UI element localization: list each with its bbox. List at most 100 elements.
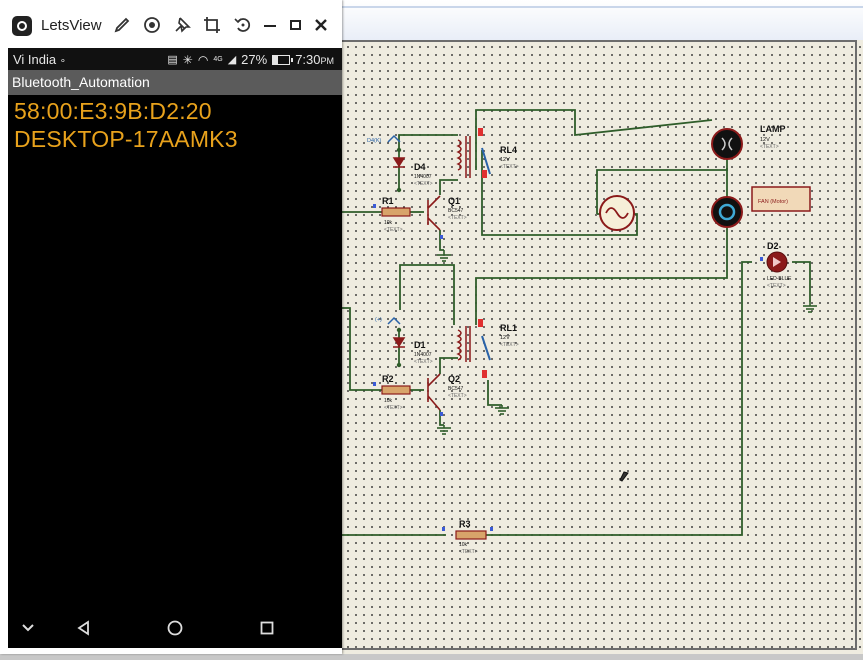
r2-text: <TEXT> bbox=[384, 405, 403, 411]
app-title: LetsView bbox=[41, 17, 102, 34]
wire-d4-top bbox=[398, 134, 458, 150]
wire-q2-collector bbox=[439, 357, 458, 374]
wire-link-q1-d1 bbox=[399, 264, 455, 325]
terminal-mid-symbol bbox=[387, 316, 401, 325]
signal-icon: ◢ bbox=[227, 54, 237, 66]
resistor-r3-symbol bbox=[455, 530, 487, 540]
d1-value: 1N4007 bbox=[414, 352, 432, 358]
clock-suffix: PM bbox=[320, 56, 335, 66]
letsview-window: LetsView Vi India ∘ ▤ ✳ ◠ 4G ◢ 27% 7:30P… bbox=[0, 0, 342, 654]
wire-q1-collector bbox=[439, 179, 458, 195]
home-icon[interactable] bbox=[161, 616, 189, 640]
clock-time: 7:30 bbox=[295, 52, 321, 67]
r1-ref: R1 bbox=[382, 196, 394, 206]
ac-source-symbol bbox=[599, 195, 635, 231]
d2-value: LED-BLUE bbox=[767, 276, 792, 282]
app-bar: Bluetooth_Automation bbox=[8, 70, 342, 95]
diode-d4-symbol bbox=[392, 157, 406, 168]
app-bar-title: Bluetooth_Automation bbox=[12, 74, 150, 90]
vibrate-icon: ▤ bbox=[167, 54, 178, 66]
d4-value: 1N4007 bbox=[414, 174, 432, 180]
pin-icon[interactable] bbox=[170, 13, 194, 37]
q2-value: BC547 bbox=[448, 386, 464, 392]
background-tab-line bbox=[342, 6, 863, 8]
schematic-canvas[interactable]: LAMP 12V <TEXT> FAN (Motor) RL4 12V <TEX… bbox=[342, 40, 863, 654]
terminal-mid-label: (+) bbox=[375, 317, 382, 323]
lamp-text: <TEXT> bbox=[760, 144, 779, 150]
status-right-group: ▤ ✳ ◠ 4G ◢ 27% 7:30PM bbox=[167, 52, 334, 67]
r3-ref: R3 bbox=[459, 519, 471, 529]
letsview-logo-icon bbox=[12, 16, 32, 36]
recents-icon[interactable] bbox=[253, 616, 281, 640]
battery-icon bbox=[272, 54, 294, 65]
device-name[interactable]: DESKTOP-17AAMK3 bbox=[14, 126, 238, 153]
bluetooth-icon: ✳ bbox=[182, 52, 193, 67]
rl4-ref: RL4 bbox=[500, 145, 517, 155]
pin-markers bbox=[373, 204, 763, 531]
d1-ref: D1 bbox=[414, 340, 426, 350]
network-type-label: 4G bbox=[213, 56, 223, 63]
brush-icon[interactable] bbox=[110, 13, 134, 37]
lamp-ref: LAMP bbox=[760, 124, 786, 134]
close-icon[interactable] bbox=[309, 13, 333, 37]
q2-text: <TEXT> bbox=[448, 393, 467, 399]
clock: 7:30PM bbox=[295, 52, 334, 67]
r3-text: <TEXT> bbox=[459, 549, 478, 555]
fan-label: FAN (Motor) bbox=[758, 199, 788, 205]
q2-ref: Q2 bbox=[448, 374, 460, 384]
phone-status-bar: Vi India ∘ ▤ ✳ ◠ 4G ◢ 27% 7:30PM bbox=[8, 48, 342, 70]
bottom-strip bbox=[0, 654, 863, 660]
resistor-r1-symbol bbox=[381, 207, 411, 217]
carrier-label: Vi India ∘ bbox=[13, 52, 66, 67]
resistor-r2-symbol bbox=[381, 385, 411, 395]
q1-ref: Q1 bbox=[448, 196, 460, 206]
relay-rl4-symbol bbox=[456, 128, 491, 178]
schematic-drawing: LAMP 12V <TEXT> FAN (Motor) RL4 12V <TEX… bbox=[342, 109, 817, 555]
diode-d1-symbol bbox=[392, 337, 406, 348]
phone-screen[interactable]: Vi India ∘ ▤ ✳ ◠ 4G ◢ 27% 7:30PM Bluetoo… bbox=[8, 48, 342, 648]
letsview-titlebar[interactable]: LetsView bbox=[0, 0, 342, 48]
volte-icon: ∘ bbox=[59, 56, 67, 67]
device-mac-address[interactable]: 58:00:E3:9B:D2:20 bbox=[14, 98, 212, 125]
wifi-icon: ◠ bbox=[197, 52, 209, 67]
terminal-top-label: D4(K) bbox=[367, 138, 382, 144]
r2-value: 10k bbox=[384, 398, 393, 404]
wire-rl1-ground bbox=[487, 380, 502, 406]
rl4-value: 12V bbox=[500, 157, 510, 163]
wire-fan-to-rl1 bbox=[475, 228, 728, 325]
crop-icon[interactable] bbox=[200, 13, 224, 37]
wire-rl4-to-lamp bbox=[475, 109, 713, 170]
lamp-value: 12V bbox=[760, 137, 770, 143]
pencil-cursor-icon bbox=[619, 471, 629, 482]
record-icon[interactable] bbox=[140, 13, 164, 37]
d4-text: <TEXT> bbox=[414, 181, 433, 187]
led-d2-symbol bbox=[766, 251, 788, 273]
rotate-icon[interactable] bbox=[231, 13, 255, 37]
back-icon[interactable] bbox=[70, 616, 98, 640]
wire-q1-ground bbox=[439, 230, 444, 251]
r1-value: 10k bbox=[384, 220, 393, 226]
maximize-icon[interactable] bbox=[284, 13, 308, 37]
carrier-name: Vi India bbox=[13, 52, 57, 67]
fan-motor-symbol bbox=[711, 196, 743, 228]
d1-text: <TEXT> bbox=[414, 359, 433, 365]
android-nav-bar bbox=[8, 608, 342, 648]
wire-r3-to-d2 bbox=[486, 261, 752, 536]
chevron-down-icon[interactable] bbox=[14, 616, 42, 640]
wire-d2-to-ground bbox=[792, 261, 811, 302]
d4-ref: D4 bbox=[414, 162, 426, 172]
r1-text: <TEXT> bbox=[384, 227, 403, 233]
d2-text: <TEXT> bbox=[767, 283, 786, 289]
q1-text: <TEXT> bbox=[448, 215, 467, 221]
r3-value: 10k bbox=[459, 542, 468, 548]
transistor-q1-symbol bbox=[427, 195, 441, 231]
rl1-value: 12V bbox=[500, 335, 510, 341]
rl1-text: <TEXT> bbox=[500, 342, 519, 348]
q1-value: BC547 bbox=[448, 208, 464, 214]
minimize-icon[interactable] bbox=[258, 13, 282, 37]
rl4-text: <TEXT> bbox=[500, 164, 519, 170]
rl1-ref: RL1 bbox=[500, 323, 517, 333]
battery-percent: 27% bbox=[241, 52, 268, 67]
r2-ref: R2 bbox=[382, 374, 394, 384]
d2-ref: D2 bbox=[767, 241, 779, 251]
